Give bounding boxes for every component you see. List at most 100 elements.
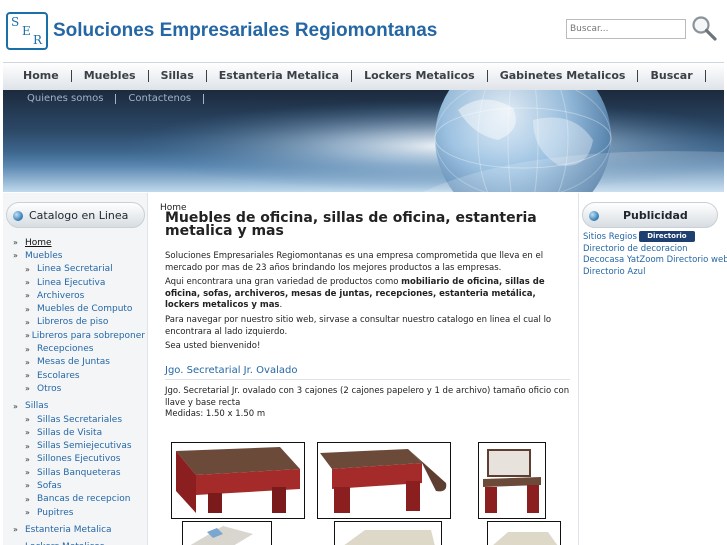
desk-image-1: [176, 447, 300, 513]
nav-lockers[interactable]: Lockers Metalicos: [352, 69, 487, 82]
welcome-text: Sea usted bienvenido!: [165, 341, 261, 352]
chevron-right-icon: »: [25, 344, 30, 354]
sidebar-heading-box: Catalogo en Linea: [6, 202, 145, 228]
product-image[interactable]: [334, 521, 442, 545]
catalog-menu: » Home » Muebles » Linea Secretarial » Linea Ej…: [13, 236, 145, 545]
sidebar-item-label: Estanteria Metalica: [25, 524, 112, 535]
sidebar-item-label: Sillones Ejecutivos: [37, 454, 121, 465]
sidebar-item-label: Pupitres: [37, 507, 74, 518]
product-measures: Medidas: 1.50 x 1.50 m: [165, 409, 266, 420]
product-image[interactable]: [317, 442, 451, 519]
logo-letter-s: S: [11, 15, 20, 29]
sidebar-item-label: Recepciones: [37, 344, 94, 355]
chevron-right-icon: »: [25, 508, 30, 518]
desk-image-5: [344, 530, 435, 545]
sidebar-item-label: Bancas de recepcion: [37, 494, 131, 505]
product-description: Jgo. Secretarial Jr. ovalado con 3 cajon…: [165, 386, 570, 421]
chevron-right-icon: »: [25, 415, 30, 424]
sidebar-item-sillas-semiejecutivas[interactable]: » Sillas Semiejecutivas: [13, 439, 145, 452]
sidebar-item-label: Muebles: [25, 250, 63, 261]
sidebar-item-sofas[interactable]: » Sofas: [13, 479, 145, 492]
chevron-right-icon: »: [13, 238, 18, 248]
nav-home[interactable]: Home: [11, 69, 71, 82]
product-title-link[interactable]: Jgo. Secretarial Jr. Ovalado: [165, 365, 297, 376]
nav-estanteria[interactable]: Estanteria Metalica: [207, 69, 351, 82]
sidebar-item-archiveros[interactable]: » Archiveros: [13, 289, 145, 302]
sidebar-item-sillas-de-visita[interactable]: » Sillas de Visita: [13, 426, 145, 439]
desk-image-3: [483, 449, 541, 513]
sidebar-item-label: Sillas: [25, 401, 49, 412]
nav-secondary: Quienes somos Contactenos: [15, 93, 205, 104]
chevron-right-icon: »: [25, 304, 30, 314]
navigate-paragraph: Para navegar por nuestro sitio web, sirv…: [165, 314, 552, 337]
sidebar-item-bancas-de-recepcion[interactable]: » Bancas de recepcion: [13, 493, 145, 506]
nav-quienes-somos[interactable]: Quienes somos: [15, 93, 115, 104]
nav-contactenos[interactable]: Contactenos: [116, 93, 203, 104]
nav-primary: Home Muebles Sillas Estanteria Metalica …: [11, 69, 706, 82]
nav-buscar[interactable]: Buscar: [638, 69, 704, 82]
chevron-right-icon: »: [25, 291, 30, 301]
sidebar-item-sillas-secretariales[interactable]: » Sillas Secretariales: [13, 413, 145, 426]
ad-link-sitios-regios[interactable]: Sitios Regios Directorio: [583, 231, 725, 244]
search-input[interactable]: [566, 19, 686, 39]
offer-prefix: Aqui encontrara una gran variedad de pro…: [165, 277, 402, 288]
chevron-right-icon: »: [25, 441, 30, 451]
sidebar-item-sillones-ejecutivos[interactable]: » Sillones Ejecutivos: [13, 453, 145, 466]
sidebar-item-label: Muebles de Computo: [37, 304, 133, 315]
sidebar-item-muebles[interactable]: » Muebles: [13, 249, 145, 262]
ads-heading: Publicidad: [623, 209, 688, 222]
sidebar-item-lockers-metalicos[interactable]: »Lockers Metalicos: [13, 541, 145, 545]
nav-muebles[interactable]: Muebles: [72, 69, 148, 82]
product-image[interactable]: [182, 521, 272, 545]
sidebar-item-estanteria-metalica[interactable]: » Estanteria Metalica: [13, 523, 145, 536]
sidebar-item-escolares[interactable]: » Escolares: [13, 369, 145, 382]
sidebar-item-label: Linea Ejecutiva: [37, 277, 106, 288]
site-title[interactable]: Soluciones Empresariales Regiomontanas: [53, 20, 437, 42]
ads-heading-box: Publicidad: [582, 202, 718, 228]
nav-sillas[interactable]: Sillas: [149, 69, 206, 82]
search-button[interactable]: [690, 14, 718, 42]
sidebar-item-recepciones[interactable]: » Recepciones: [13, 342, 145, 355]
offer-suffix: .: [279, 300, 283, 311]
sidebar-item-label: Sillas Banqueteras: [37, 467, 121, 478]
sidebar-item-home[interactable]: » Home: [13, 236, 145, 249]
sidebar-item-label: Escolares: [37, 370, 80, 381]
sidebar-item-libreros-de-piso[interactable]: » Libreros de piso: [13, 316, 145, 329]
product-image[interactable]: [478, 442, 546, 519]
ad-link-label: Sitios Regios: [583, 232, 637, 242]
chevron-right-icon: »: [25, 494, 30, 504]
sidebar-item-linea-ejecutiva[interactable]: » Linea Ejecutiva: [13, 276, 145, 289]
site-logo[interactable]: S E R: [6, 12, 48, 50]
logo-letter-r: R: [33, 33, 43, 47]
sidebar-item-pupitres[interactable]: » Pupitres: [13, 506, 145, 519]
chevron-right-icon: »: [13, 251, 18, 261]
sidebar-item-label: Libreros para sobreponer: [31, 330, 145, 341]
chevron-right-icon: »: [25, 428, 30, 438]
sidebar-item-sillas[interactable]: » Sillas: [13, 400, 145, 413]
sidebar-item-otros[interactable]: » Otros: [13, 382, 145, 395]
sidebar: Catalogo en Linea » Home » Muebles » Linea Se…: [3, 193, 148, 545]
nav-divider: [203, 93, 205, 104]
sidebar-item-linea-secretarial[interactable]: » Linea Secretarial: [13, 263, 145, 276]
ad-link-decoracion[interactable]: Directorio de decoracion: [583, 244, 725, 256]
sidebar-item-label: Archiveros: [37, 290, 85, 301]
sidebar-item-label: Linea Secretarial: [37, 264, 113, 275]
sidebar-item-libreros-para-sobreponer[interactable]: » Libreros para sobreponer: [13, 329, 145, 342]
globe-bullet-icon: [13, 211, 23, 221]
product-image[interactable]: [171, 442, 305, 519]
product-desc-text: Jgo. Secretarial Jr. ovalado con 3 cajon…: [165, 386, 570, 408]
ad-link-decocasa[interactable]: Decocasa YatZoom Directorio web: [583, 255, 727, 267]
sidebar-item-label: Sillas de Visita: [37, 427, 103, 438]
sidebar-item-sillas-banqueteras[interactable]: » Sillas Banqueteras: [13, 466, 145, 479]
divider: [165, 379, 570, 380]
globe-bullet-icon: [589, 211, 599, 221]
chevron-right-icon: »: [25, 384, 30, 394]
sidebar-item-muebles-de-computo[interactable]: » Muebles de Computo: [13, 302, 145, 315]
site-header: S E R Soluciones Empresariales Regiomont…: [0, 0, 727, 60]
ads-links: Sitios Regios Directorio Directorio de de…: [583, 231, 727, 279]
nav-gabinetes[interactable]: Gabinetes Metalicos: [488, 69, 638, 82]
ad-link-directorio-azul[interactable]: Directorio Azul: [583, 267, 725, 279]
directorio-badge[interactable]: Directorio: [638, 231, 695, 242]
sidebar-item-mesas-de-juntas[interactable]: » Mesas de Juntas: [13, 356, 145, 369]
product-image[interactable]: [487, 521, 561, 545]
